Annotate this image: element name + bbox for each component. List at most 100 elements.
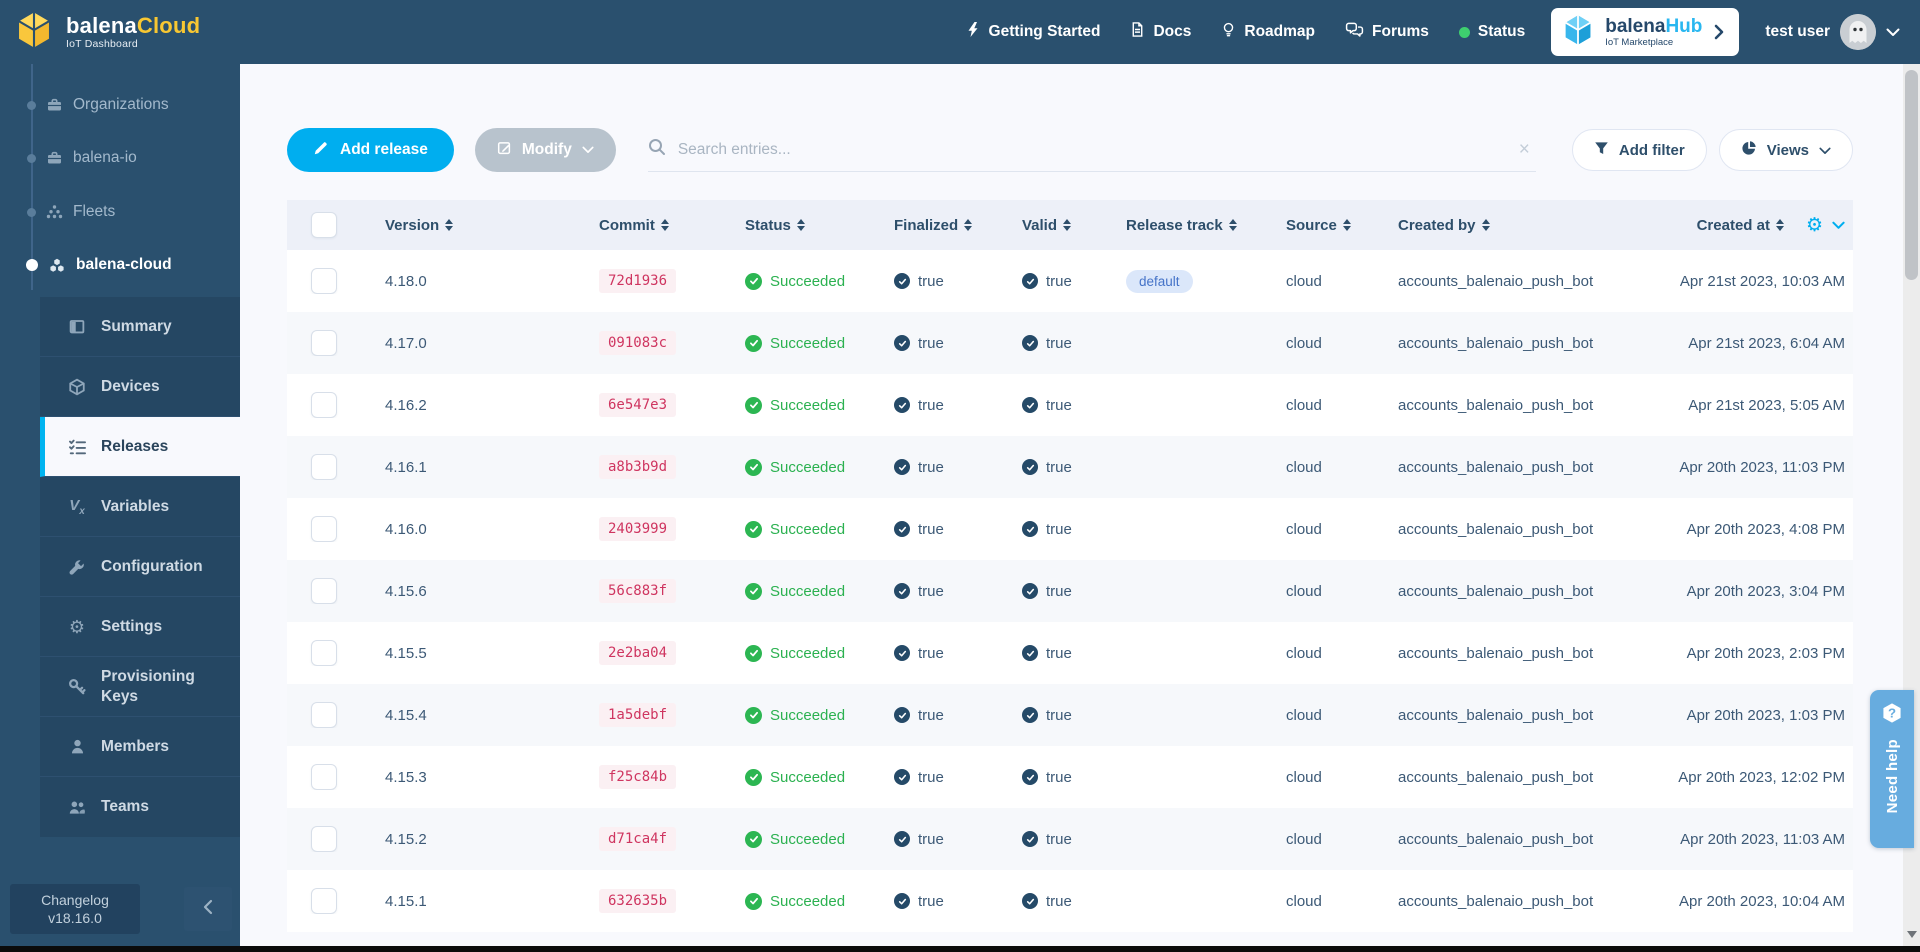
table-row[interactable]: 4.15.1 632635b Succeeded true true cloud… xyxy=(287,870,1853,932)
sidebar-item-releases[interactable]: Releases xyxy=(40,417,240,477)
hub-product: Hub xyxy=(1665,16,1702,37)
row-checkbox[interactable] xyxy=(311,392,337,418)
sidebar-item-organizations[interactable]: Organizations xyxy=(0,90,240,120)
sidebar-item-summary[interactable]: Summary xyxy=(40,297,240,357)
row-checkbox[interactable] xyxy=(311,764,337,790)
sidebar-item-teams[interactable]: Teams xyxy=(40,777,240,837)
column-header-finalized[interactable]: Finalized xyxy=(870,217,998,234)
sidebar-item-fleets[interactable]: Fleets xyxy=(0,197,240,227)
row-checkbox[interactable] xyxy=(311,888,337,914)
svg-text:?: ? xyxy=(1888,706,1896,721)
column-header-created-at[interactable]: Created at ⚙ xyxy=(1628,216,1853,235)
nav-label: Status xyxy=(1478,23,1525,41)
column-header-release-track[interactable]: Release track xyxy=(1102,217,1262,234)
nav-getting-started[interactable]: Getting Started xyxy=(965,21,1101,43)
avatar xyxy=(1840,14,1876,50)
source-cell: cloud xyxy=(1262,707,1374,724)
select-all-checkbox[interactable] xyxy=(311,212,337,238)
column-header-status[interactable]: Status xyxy=(721,217,870,234)
filter-funnel-icon xyxy=(1594,141,1609,160)
clear-search-icon[interactable]: × xyxy=(1513,139,1536,161)
column-header-source[interactable]: Source xyxy=(1262,217,1374,234)
row-checkbox[interactable] xyxy=(311,516,337,542)
row-checkbox[interactable] xyxy=(311,330,337,356)
briefcase-icon xyxy=(46,150,63,166)
row-checkbox[interactable] xyxy=(311,454,337,480)
modify-button[interactable]: Modify xyxy=(475,128,616,172)
table-row[interactable]: 4.15.3 f25c84b Succeeded true true cloud… xyxy=(287,746,1853,808)
commit-hash: 632635b xyxy=(599,889,676,913)
column-header-commit[interactable]: Commit xyxy=(575,217,721,234)
sidebar-item-provisioning-keys[interactable]: Provisioning Keys xyxy=(40,657,240,717)
row-checkbox[interactable] xyxy=(311,702,337,728)
scrollbar-down-arrow[interactable] xyxy=(1907,931,1917,938)
tree-dot xyxy=(26,259,38,271)
table-row[interactable]: 4.18.0 72d1936 Succeeded true true defau… xyxy=(287,250,1853,312)
checklist-icon xyxy=(66,438,88,456)
table-row[interactable]: 4.15.5 2e2ba04 Succeeded true true cloud… xyxy=(287,622,1853,684)
commit-cell: 6e547e3 xyxy=(575,393,721,417)
sidebar-item-balena-io[interactable]: balena-io xyxy=(0,143,240,173)
nav-docs[interactable]: Docs xyxy=(1130,21,1191,43)
views-button[interactable]: Views xyxy=(1719,129,1853,171)
check-circle-icon xyxy=(894,893,910,909)
tree-label: Fleets xyxy=(73,203,115,221)
created-at-cell: Apr 21st 2023, 6:04 AM xyxy=(1628,335,1853,352)
people-icon xyxy=(66,799,88,816)
table-row[interactable]: 4.15.6 56c883f Succeeded true true cloud… xyxy=(287,560,1853,622)
column-header-created-by[interactable]: Created by xyxy=(1374,217,1628,234)
valid-cell: true xyxy=(998,583,1102,600)
nav-roadmap[interactable]: Roadmap xyxy=(1221,21,1315,43)
scrollbar-thumb[interactable] xyxy=(1905,70,1918,280)
created-by-cell: accounts_balenaio_push_bot xyxy=(1374,645,1628,662)
version-cell: 4.16.0 xyxy=(361,521,575,538)
nav-status[interactable]: Status xyxy=(1459,23,1525,41)
user-menu[interactable]: test user xyxy=(1765,14,1900,50)
row-checkbox[interactable] xyxy=(311,826,337,852)
need-help-tab[interactable]: ? Need help xyxy=(1870,690,1914,848)
row-checkbox[interactable] xyxy=(311,578,337,604)
sidebar-item-balena-cloud[interactable]: balena-cloud xyxy=(0,250,240,280)
sort-icon xyxy=(1343,219,1351,231)
sidebar-item-settings[interactable]: ⚙ Settings xyxy=(40,597,240,657)
modify-label: Modify xyxy=(522,141,572,159)
select-all-checkbox-cell xyxy=(287,212,361,238)
version-cell: 4.17.0 xyxy=(361,335,575,352)
sidebar-item-configuration[interactable]: Configuration xyxy=(40,537,240,597)
nav-forums[interactable]: Forums xyxy=(1345,21,1429,43)
table-row[interactable]: 4.16.2 6e547e3 Succeeded true true cloud… xyxy=(287,374,1853,436)
created-at-cell: Apr 21st 2023, 5:05 AM xyxy=(1628,397,1853,414)
version-cell: 4.16.1 xyxy=(361,459,575,476)
submenu-label: Variables xyxy=(101,497,169,516)
table-row[interactable]: 4.15.4 1a5debf Succeeded true true cloud… xyxy=(287,684,1853,746)
sidebar-item-members[interactable]: Members xyxy=(40,717,240,777)
row-checkbox[interactable] xyxy=(311,268,337,294)
version-cell: 4.15.2 xyxy=(361,831,575,848)
column-header-version[interactable]: Version xyxy=(361,217,575,234)
changelog-label: Changelog xyxy=(41,891,109,909)
sidebar-item-variables[interactable]: Vx Variables xyxy=(40,477,240,537)
changelog-button[interactable]: Changelog v18.16.0 xyxy=(10,884,140,934)
table-row[interactable]: 4.16.0 2403999 Succeeded true true cloud… xyxy=(287,498,1853,560)
submenu-label: Teams xyxy=(101,797,149,816)
sidebar-collapse-button[interactable] xyxy=(184,887,232,931)
sort-icon xyxy=(1482,219,1490,231)
chevron-down-icon[interactable] xyxy=(1832,217,1845,234)
status-cell: Succeeded xyxy=(721,769,870,786)
table-row[interactable]: 4.16.1 a8b3b9d Succeeded true true cloud… xyxy=(287,436,1853,498)
sidebar-item-devices[interactable]: Devices xyxy=(40,357,240,417)
commit-cell: 091083c xyxy=(575,331,721,355)
table-row[interactable]: 4.17.0 091083c Succeeded true true cloud… xyxy=(287,312,1853,374)
user-name: test user xyxy=(1765,23,1830,41)
finalized-cell: true xyxy=(870,583,998,600)
search-input[interactable] xyxy=(678,141,1513,159)
add-filter-button[interactable]: Add filter xyxy=(1572,129,1707,171)
column-header-valid[interactable]: Valid xyxy=(998,217,1102,234)
sort-icon xyxy=(964,219,972,231)
table-settings-gear-icon[interactable]: ⚙ xyxy=(1806,216,1823,235)
add-release-button[interactable]: Add release xyxy=(287,128,454,172)
row-checkbox[interactable] xyxy=(311,640,337,666)
balena-hub-button[interactable]: balenaHub IoT Marketplace xyxy=(1551,8,1739,56)
balena-cloud-logo[interactable]: balenaCloud IoT Dashboard xyxy=(13,9,200,56)
table-row[interactable]: 4.15.2 d71ca4f Succeeded true true cloud… xyxy=(287,808,1853,870)
